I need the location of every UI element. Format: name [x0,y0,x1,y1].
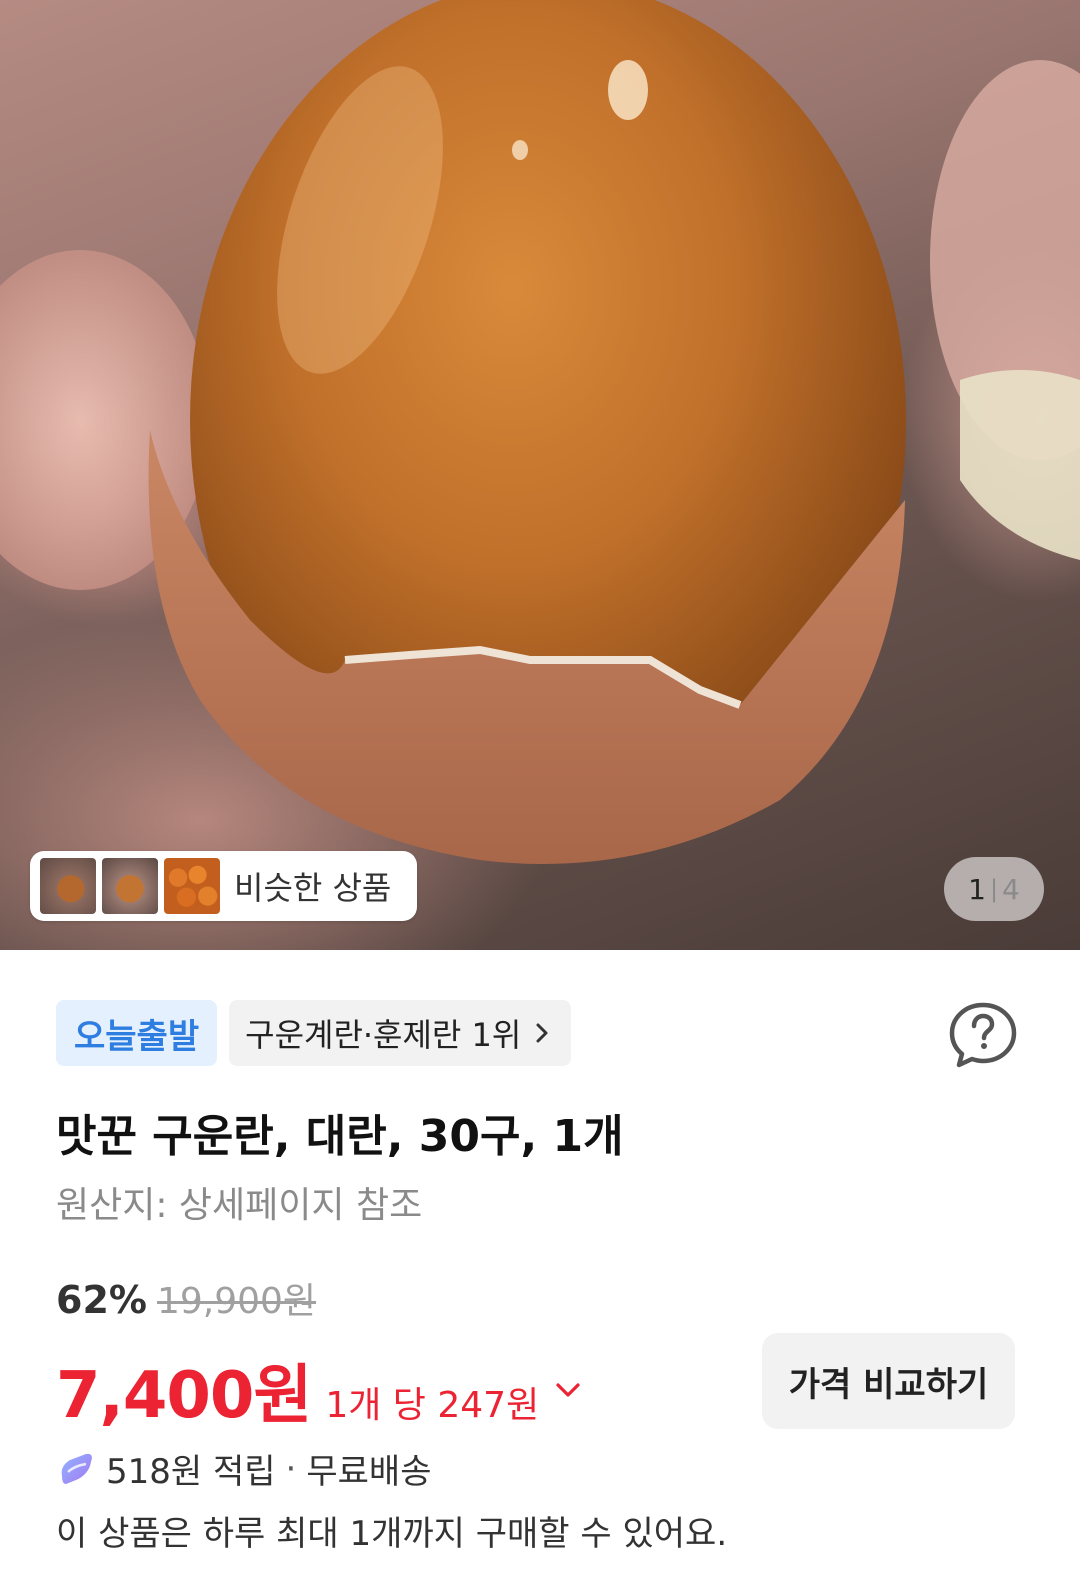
similar-products-button[interactable]: 비슷한 상품 [30,851,417,921]
similar-thumbnail [164,858,220,914]
free-shipping-label: 무료배송 [306,1452,432,1492]
today-shipping-badge: 오늘출발 [56,1000,218,1066]
similar-products-label: 비슷한 상품 [234,869,392,907]
total-image-count: 4 [1002,872,1020,906]
chevron-down-icon[interactable] [555,1380,581,1400]
sale-price: 7,400원 [56,1359,312,1433]
reward-points-icon [61,1453,92,1484]
product-photo [0,0,1080,864]
similar-thumbnail [40,858,96,914]
question-chat-icon[interactable] [948,1000,1018,1070]
similar-thumbnail [102,858,158,914]
current-image-index: 1 [968,872,986,906]
chevron-right-icon [536,1023,548,1043]
origin-info: 원산지: 상세페이지 참조 [56,1185,423,1226]
price-row: 7,400원 1개 당 247원 [56,1344,581,1436]
discount-row: 62% 19,900원 [56,1272,316,1324]
benefit-separator: · [285,1448,297,1489]
category-rank-badge[interactable]: 구운계란·훈제란 1위 [229,1000,572,1066]
image-counter: 1 | 4 [944,857,1044,921]
discount-rate: 62% [56,1278,147,1322]
original-price: 19,900원 [156,1281,317,1322]
product-badges: 오늘출발 구운계란·훈제란 1위 [56,1000,572,1066]
benefits-row: 518원 적립 · 무료배송 [56,1444,431,1493]
price-compare-button[interactable]: 가격 비교하기 [762,1333,1015,1429]
counter-separator: | [989,875,999,903]
purchase-limit-note: 이 상품은 하루 최대 1개까지 구매할 수 있어요. [56,1514,728,1554]
product-title: 맛꾼 구운란, 대란, 30구, 1개 [56,1111,624,1162]
unit-price-toggle[interactable]: 1개 당 247원 [325,1376,539,1428]
reward-amount: 518원 적립 [106,1452,276,1492]
category-rank-label: 구운계란·훈제란 1위 [245,1016,522,1054]
product-image-gallery[interactable]: 비슷한 상품 1 | 4 [0,0,1080,950]
